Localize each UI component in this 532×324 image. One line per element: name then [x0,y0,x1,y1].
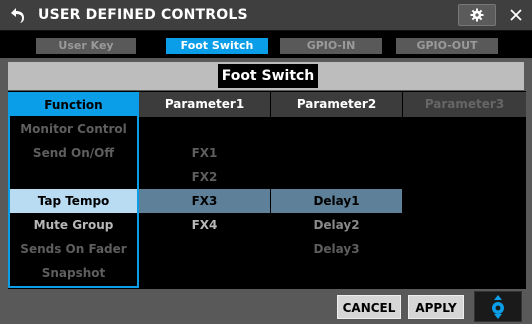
close-icon [510,9,522,21]
function-item-sends-on-fader[interactable]: Sends On Fader [10,237,137,261]
function-item-send-on-off[interactable]: Send On/Off [10,141,137,165]
parameter2-item-delay3[interactable]: Delay3 [271,237,402,261]
function-item-mute-group[interactable]: Mute Group [10,213,137,237]
function-item-empty[interactable] [10,165,137,189]
parameter2-item-delay1[interactable]: Delay1 [271,189,402,213]
back-arrow-icon [11,8,24,23]
encoder-knob-button[interactable] [474,291,522,322]
tab-gpio-out[interactable]: GPIO-OUT [396,38,498,54]
parameter1-item-fx2[interactable]: FX2 [139,165,270,189]
section-title: Foot Switch [218,64,318,88]
parameter1-item-fx3[interactable]: FX3 [139,189,270,213]
encoder-knob-icon [492,294,504,319]
parameter1-item-fx1[interactable]: FX1 [139,141,270,165]
tab-user-key[interactable]: User Key [36,38,136,54]
tab-gpio-in[interactable]: GPIO-IN [280,38,382,54]
close-button[interactable] [503,3,529,27]
tab-bar: User Key Foot Switch GPIO-IN GPIO-OUT [0,34,532,54]
function-item-snapshot[interactable]: Snapshot [10,261,137,285]
header-parameter2: Parameter2 [271,92,402,117]
function-item-tap-tempo[interactable]: Tap Tempo [10,189,137,213]
header-function: Function [10,94,137,116]
cancel-button[interactable]: CANCEL [337,295,401,319]
tab-foot-switch[interactable]: Foot Switch [166,38,268,54]
gear-icon [470,8,484,22]
parameter1-item-fx4[interactable]: FX4 [139,213,270,237]
title-bar: USER DEFINED CONTROLS [0,0,532,31]
function-item-monitor-control[interactable]: Monitor Control [10,117,137,141]
header-parameter1: Parameter1 [139,92,270,117]
apply-button[interactable]: APPLY [408,295,464,319]
back-button[interactable] [4,3,30,27]
parameter2-item-delay2[interactable]: Delay2 [271,213,402,237]
window-title: USER DEFINED CONTROLS [38,7,248,23]
header-parameter3: Parameter3 [403,92,526,117]
settings-button[interactable] [458,4,496,26]
